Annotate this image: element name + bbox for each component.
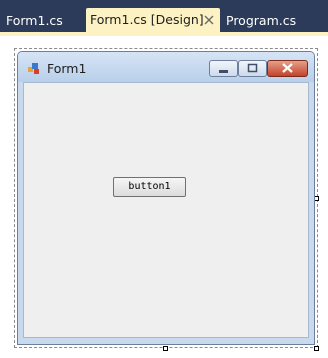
document-tab-strip: Form1.cs Form1.cs [Design] Program.cs [0,0,328,32]
close-window-icon [282,63,293,73]
close-icon[interactable] [203,14,215,26]
form-icon [28,63,39,74]
tab-form1-design[interactable]: Form1.cs [Design] [86,8,220,32]
resize-handle-bottom-right[interactable] [314,346,319,351]
form-window[interactable]: Form1 button1 [17,51,315,345]
form-client-area: button1 [23,82,309,338]
close-button[interactable] [267,60,308,77]
maximize-icon [247,63,258,73]
tab-form1-cs[interactable]: Form1.cs [6,9,63,32]
tab-program-cs[interactable]: Program.cs [226,9,296,32]
minimize-button[interactable] [209,60,238,77]
form-title-bar: Form1 [18,52,314,82]
maximize-button[interactable] [238,60,267,77]
resize-handle-bottom[interactable] [163,346,168,351]
form-title: Form1 [47,61,87,76]
minimize-icon [219,70,228,73]
button1[interactable]: button1 [113,177,186,197]
tab-form1-design-label: Form1.cs [Design] [90,12,204,27]
